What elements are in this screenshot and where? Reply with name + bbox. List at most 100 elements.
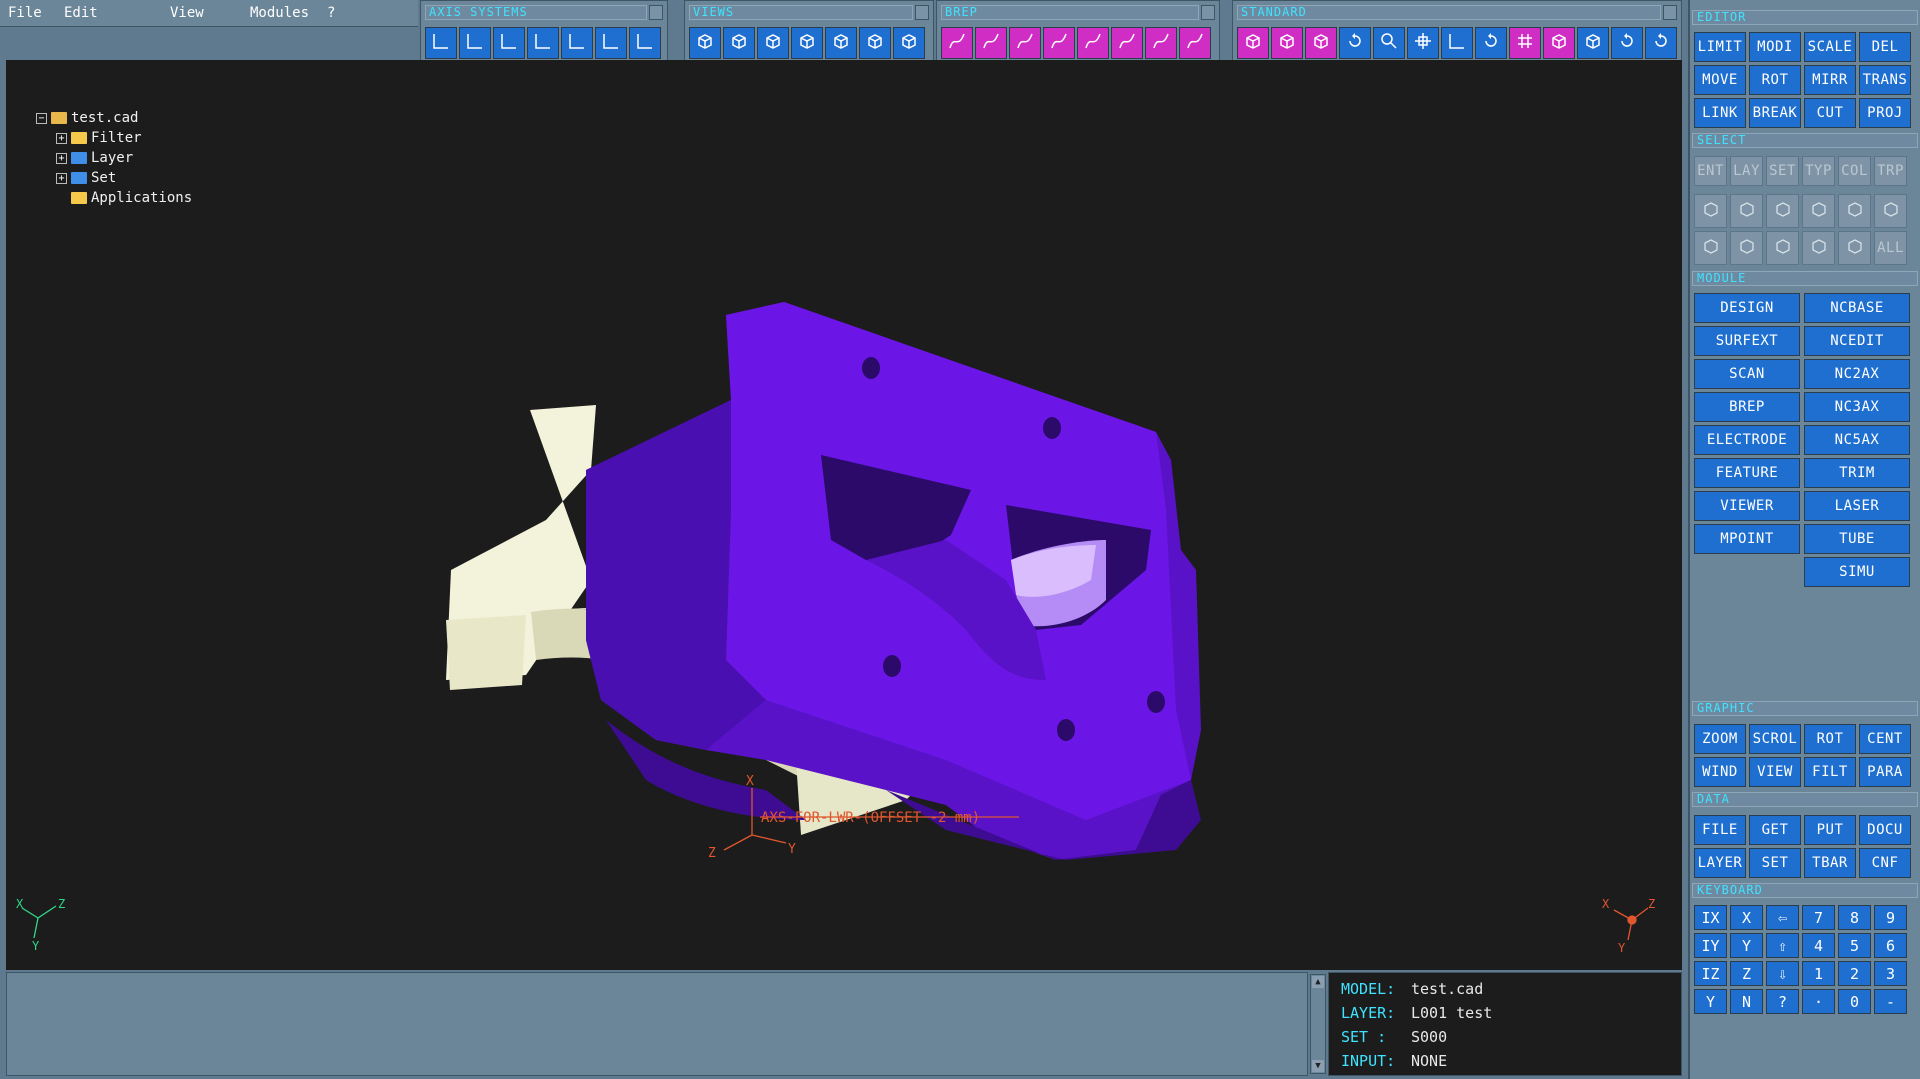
y-button[interactable]: Y — [1730, 933, 1763, 958]
set-button[interactable]: SET — [1749, 848, 1801, 878]
dim-button[interactable] — [1766, 231, 1799, 265]
toolbar-close-button[interactable] — [915, 5, 929, 20]
view-iso-6-button[interactable] — [859, 27, 891, 59]
trp-button[interactable]: TRP — [1874, 156, 1907, 186]
module-nc5ax-button[interactable]: NC5AX — [1804, 425, 1910, 455]
tree-root[interactable]: − test.cad — [36, 108, 192, 128]
grid-button[interactable] — [1509, 27, 1541, 59]
view-iso-5-button[interactable] — [825, 27, 857, 59]
rot-button[interactable]: ROT — [1804, 724, 1856, 754]
--button[interactable]: · — [1802, 989, 1835, 1014]
tbar-button[interactable]: TBAR — [1804, 848, 1856, 878]
view-iso-4-button[interactable] — [791, 27, 823, 59]
axis-button[interactable] — [1441, 27, 1473, 59]
plane-button[interactable] — [1577, 27, 1609, 59]
expand-icon[interactable]: + — [56, 172, 67, 184]
scroll-up-icon[interactable]: ▲ — [1312, 976, 1324, 988]
surface-button[interactable] — [1766, 194, 1799, 228]
axis-default-button[interactable] — [629, 27, 661, 59]
--button[interactable]: - — [1874, 989, 1907, 1014]
solid-button[interactable] — [1838, 194, 1871, 228]
zoom-button[interactable]: ZOOM — [1694, 724, 1746, 754]
curve-button[interactable] — [1730, 194, 1763, 228]
axis-sel-button[interactable] — [1730, 231, 1763, 265]
col-button[interactable]: COL — [1838, 156, 1871, 186]
view-iso-2-button[interactable] — [723, 27, 755, 59]
module-ncbase-button[interactable]: NCBASE — [1804, 293, 1910, 323]
command-output-area[interactable] — [6, 972, 1308, 1076]
view-iso-7-button[interactable] — [893, 27, 925, 59]
model-canvas[interactable]: X Y Z AXS-FOR-LWR-(OFFSET -2 mm) X Z Y X… — [6, 60, 1682, 970]
module-tube-button[interactable]: TUBE — [1804, 524, 1910, 554]
scale-button[interactable]: SCALE — [1804, 32, 1856, 62]
8-button[interactable]: 8 — [1838, 905, 1871, 930]
0-button[interactable]: 0 — [1838, 989, 1871, 1014]
main-part[interactable] — [586, 302, 1201, 860]
pan-button[interactable] — [1407, 27, 1439, 59]
cut-button[interactable]: CUT — [1804, 98, 1856, 128]
undo-button[interactable] — [1611, 27, 1643, 59]
mesh-button[interactable] — [1802, 231, 1835, 265]
module-surfext-button[interactable]: SURFEXT — [1694, 326, 1800, 356]
tree-item-set[interactable]: + Set — [36, 168, 192, 188]
axis-xy-button[interactable] — [527, 27, 559, 59]
module-feature-button[interactable]: FEATURE — [1694, 458, 1800, 488]
module-nc2ax-button[interactable]: NC2AX — [1804, 359, 1910, 389]
4-button[interactable]: 4 — [1802, 933, 1835, 958]
link-button[interactable]: LINK — [1694, 98, 1746, 128]
wind-button[interactable]: WIND — [1694, 757, 1746, 787]
2-button[interactable]: 2 — [1838, 961, 1871, 986]
tree-item-layer[interactable]: + Layer — [36, 148, 192, 168]
cent-button[interactable]: CENT — [1859, 724, 1911, 754]
lay-button[interactable]: LAY — [1730, 156, 1763, 186]
z-button[interactable]: Z — [1730, 961, 1763, 986]
iy-button[interactable]: IY — [1694, 933, 1727, 958]
body-button[interactable] — [1874, 194, 1907, 228]
toolbar-close-button[interactable] — [649, 5, 663, 20]
select-all-button[interactable]: ALL — [1874, 231, 1907, 265]
zoom-button[interactable] — [1373, 27, 1405, 59]
axis-xz-button[interactable] — [493, 27, 525, 59]
limit-button[interactable]: LIMIT — [1694, 32, 1746, 62]
trans-button[interactable]: TRANS — [1859, 65, 1911, 95]
6-button[interactable]: 6 — [1874, 933, 1907, 958]
expand-icon[interactable]: + — [56, 132, 67, 144]
menu-help[interactable]: ? — [327, 5, 335, 21]
brep-surface-2-button[interactable] — [1043, 27, 1075, 59]
iz-button[interactable]: IZ — [1694, 961, 1727, 986]
axis-zy-button[interactable] — [595, 27, 627, 59]
axis-yz-button[interactable] — [561, 27, 593, 59]
redo-button[interactable] — [1645, 27, 1677, 59]
docu-button[interactable]: DOCU — [1859, 815, 1911, 845]
move-button[interactable]: MOVE — [1694, 65, 1746, 95]
module-simu-button[interactable]: SIMU — [1804, 557, 1910, 587]
toolbar-close-button[interactable] — [1663, 5, 1677, 20]
brep-curve-1-button[interactable] — [941, 27, 973, 59]
scrol-button[interactable]: SCROL — [1749, 724, 1801, 754]
--button[interactable]: ⇧ — [1766, 933, 1799, 958]
brep-edit-4-button[interactable] — [1179, 27, 1211, 59]
view-button[interactable]: VIEW — [1749, 757, 1801, 787]
collapse-icon[interactable]: − — [36, 112, 47, 124]
brep-surface-1-button[interactable] — [1009, 27, 1041, 59]
module-nc3ax-button[interactable]: NC3AX — [1804, 392, 1910, 422]
cnf-button[interactable]: CNF — [1859, 848, 1911, 878]
module-electrode-button[interactable]: ELECTRODE — [1694, 425, 1800, 455]
view-iso-3-button[interactable] — [757, 27, 789, 59]
module-design-button[interactable]: DESIGN — [1694, 293, 1800, 323]
9-button[interactable]: 9 — [1874, 905, 1907, 930]
module-viewer-button[interactable]: VIEWER — [1694, 491, 1800, 521]
group-button[interactable] — [1838, 231, 1871, 265]
--button[interactable]: ⇩ — [1766, 961, 1799, 986]
refresh-button[interactable] — [1339, 27, 1371, 59]
typ-button[interactable]: TYP — [1802, 156, 1835, 186]
module-laser-button[interactable]: LASER — [1804, 491, 1910, 521]
toolbar-close-button[interactable] — [1201, 5, 1215, 20]
rotate-button[interactable] — [1475, 27, 1507, 59]
brep-edit-1-button[interactable] — [1077, 27, 1109, 59]
axis-zx-button[interactable] — [459, 27, 491, 59]
y-button[interactable]: Y — [1694, 989, 1727, 1014]
module-trim-button[interactable]: TRIM — [1804, 458, 1910, 488]
n-button[interactable]: N — [1730, 989, 1763, 1014]
x-button[interactable]: X — [1730, 905, 1763, 930]
